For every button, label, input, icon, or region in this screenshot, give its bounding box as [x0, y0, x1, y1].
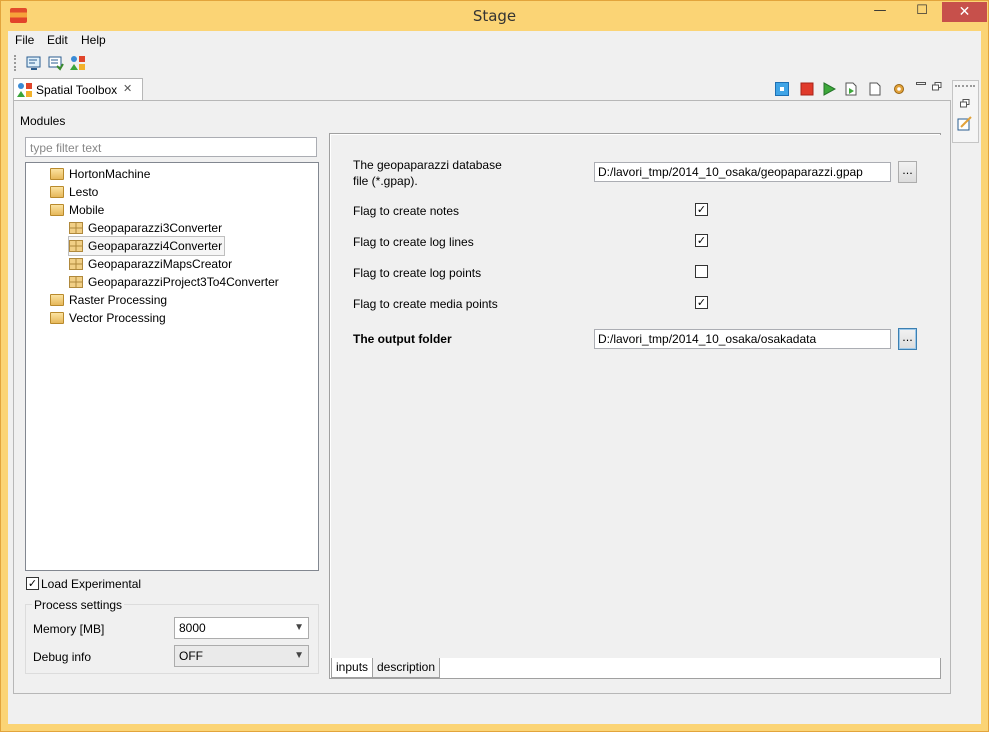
window-title: Stage — [472, 7, 517, 25]
spatial-toolbox-tab-icon — [17, 82, 33, 98]
tree-folder-raster-processing[interactable]: Raster Processing — [50, 291, 167, 309]
output-folder-label: The output folder — [353, 332, 452, 346]
tab-close-icon[interactable]: ✕ — [123, 82, 132, 95]
side-trim-stack — [952, 80, 979, 143]
flag-notes-label: Flag to create notes — [353, 204, 460, 218]
close-button[interactable]: ✕ — [942, 2, 987, 22]
tab-inputs[interactable]: inputs — [331, 658, 374, 678]
tree-label: Raster Processing — [69, 293, 168, 307]
maximize-button[interactable]: ☐ — [909, 2, 935, 22]
menu-help[interactable]: Help — [81, 33, 106, 47]
console-icon[interactable] — [26, 55, 42, 71]
tree-label: GeopaparazziProject3To4Converter — [88, 275, 279, 289]
run-icon[interactable] — [822, 82, 837, 96]
module-icon — [69, 276, 83, 288]
process-settings-title: Process settings — [32, 598, 125, 612]
new-script-icon[interactable] — [868, 82, 882, 96]
flag-log-points-checkbox[interactable] — [695, 265, 708, 278]
tree-label: Vector Processing — [69, 311, 166, 325]
flag-log-points-label: Flag to create log points — [353, 266, 482, 280]
debug-label: Debug info — [33, 650, 92, 664]
menu-edit[interactable]: Edit — [47, 33, 68, 47]
tree-folder-hortonmachine[interactable]: HortonMachine — [50, 165, 150, 183]
spatial-toolbox-icon[interactable] — [70, 55, 86, 71]
output-folder-field[interactable]: D:/lavori_tmp/2014_10_osaka/osakadata — [594, 329, 891, 349]
folder-icon — [50, 186, 64, 198]
debug-select[interactable]: OFF ▼ — [174, 645, 309, 667]
module-icon — [69, 240, 83, 252]
db-browse-button[interactable]: ... — [898, 161, 917, 183]
flag-log-lines-checkbox[interactable]: ✓ — [695, 234, 708, 247]
tree-label: Geopaparazzi3Converter — [88, 221, 223, 235]
restore-view-icon[interactable] — [960, 97, 970, 108]
tree-label: Geopaparazzi4Converter — [88, 239, 223, 253]
db-file-label-line2: file (*.gpap). — [353, 174, 418, 188]
load-experimental-checkbox[interactable]: ✓ — [26, 577, 39, 590]
tree-module-geopaparazzi4converter[interactable]: Geopaparazzi4Converter — [67, 236, 226, 256]
tree-label: Mobile — [69, 203, 105, 217]
tree-label: GeopaparazziMapsCreator — [88, 257, 233, 271]
flag-log-lines-label: Flag to create log lines — [353, 235, 474, 249]
tree-module-geopaparazzimapscreator[interactable]: GeopaparazziMapsCreator — [69, 255, 232, 273]
filter-input[interactable]: type filter text — [25, 137, 317, 157]
folder-icon — [50, 294, 64, 306]
stop-icon[interactable] — [775, 82, 789, 96]
flag-media-points-label: Flag to create media points — [353, 297, 498, 311]
memory-value: 8000 — [179, 621, 206, 635]
toolbar-grip — [14, 55, 18, 71]
chevron-down-icon: ▼ — [294, 650, 304, 661]
tree-module-geopaparazzi3converter[interactable]: Geopaparazzi3Converter — [69, 219, 222, 237]
tree-label: HortonMachine — [69, 167, 151, 181]
chevron-down-icon: ▼ — [294, 622, 304, 633]
tab-label: Spatial Toolbox — [36, 83, 118, 97]
tree-folder-lesto[interactable]: Lesto — [50, 183, 98, 201]
minimize-button[interactable]: — — [867, 2, 893, 22]
modules-label: Modules — [20, 114, 66, 128]
preferences-icon[interactable] — [48, 55, 64, 71]
settings-icon[interactable] — [892, 82, 906, 96]
flag-notes-checkbox[interactable]: ✓ — [695, 203, 708, 216]
db-file-field[interactable]: D:/lavori_tmp/2014_10_osaka/geopaparazzi… — [594, 162, 891, 182]
generate-script-icon[interactable] — [844, 82, 858, 96]
folder-open-icon — [50, 204, 64, 216]
flag-media-points-checkbox[interactable]: ✓ — [695, 296, 708, 309]
memory-select[interactable]: 8000 ▼ — [174, 617, 309, 639]
modules-tree[interactable]: HortonMachine Lesto Mobile Geopaparazzi3… — [25, 162, 319, 571]
title-bar[interactable]: Stage — ☐ ✕ — [1, 1, 988, 31]
folder-icon — [50, 312, 64, 324]
menu-file[interactable]: File — [15, 33, 34, 47]
module-icon — [69, 258, 83, 270]
tree-label: Lesto — [69, 185, 99, 199]
tree-folder-mobile[interactable]: Mobile — [50, 201, 104, 219]
db-file-label-line1: The geopaparazzi database — [353, 158, 502, 172]
load-experimental-label: Load Experimental — [41, 577, 142, 591]
debug-value: OFF — [179, 649, 203, 663]
kill-icon[interactable] — [800, 82, 814, 96]
maximize-view-icon[interactable] — [932, 80, 942, 91]
tab-description[interactable]: description — [372, 658, 441, 678]
tree-module-geopaparazziproject3to4converter[interactable]: GeopaparazziProject3To4Converter — [69, 273, 279, 291]
editor-icon[interactable] — [957, 116, 973, 132]
output-browse-button[interactable]: ... — [898, 328, 917, 350]
minimize-view-icon[interactable] — [916, 82, 926, 85]
tree-folder-vector-processing[interactable]: Vector Processing — [50, 309, 166, 327]
memory-label: Memory [MB] — [33, 622, 105, 636]
module-icon — [69, 222, 83, 234]
folder-icon — [50, 168, 64, 180]
trim-grip — [955, 85, 975, 89]
